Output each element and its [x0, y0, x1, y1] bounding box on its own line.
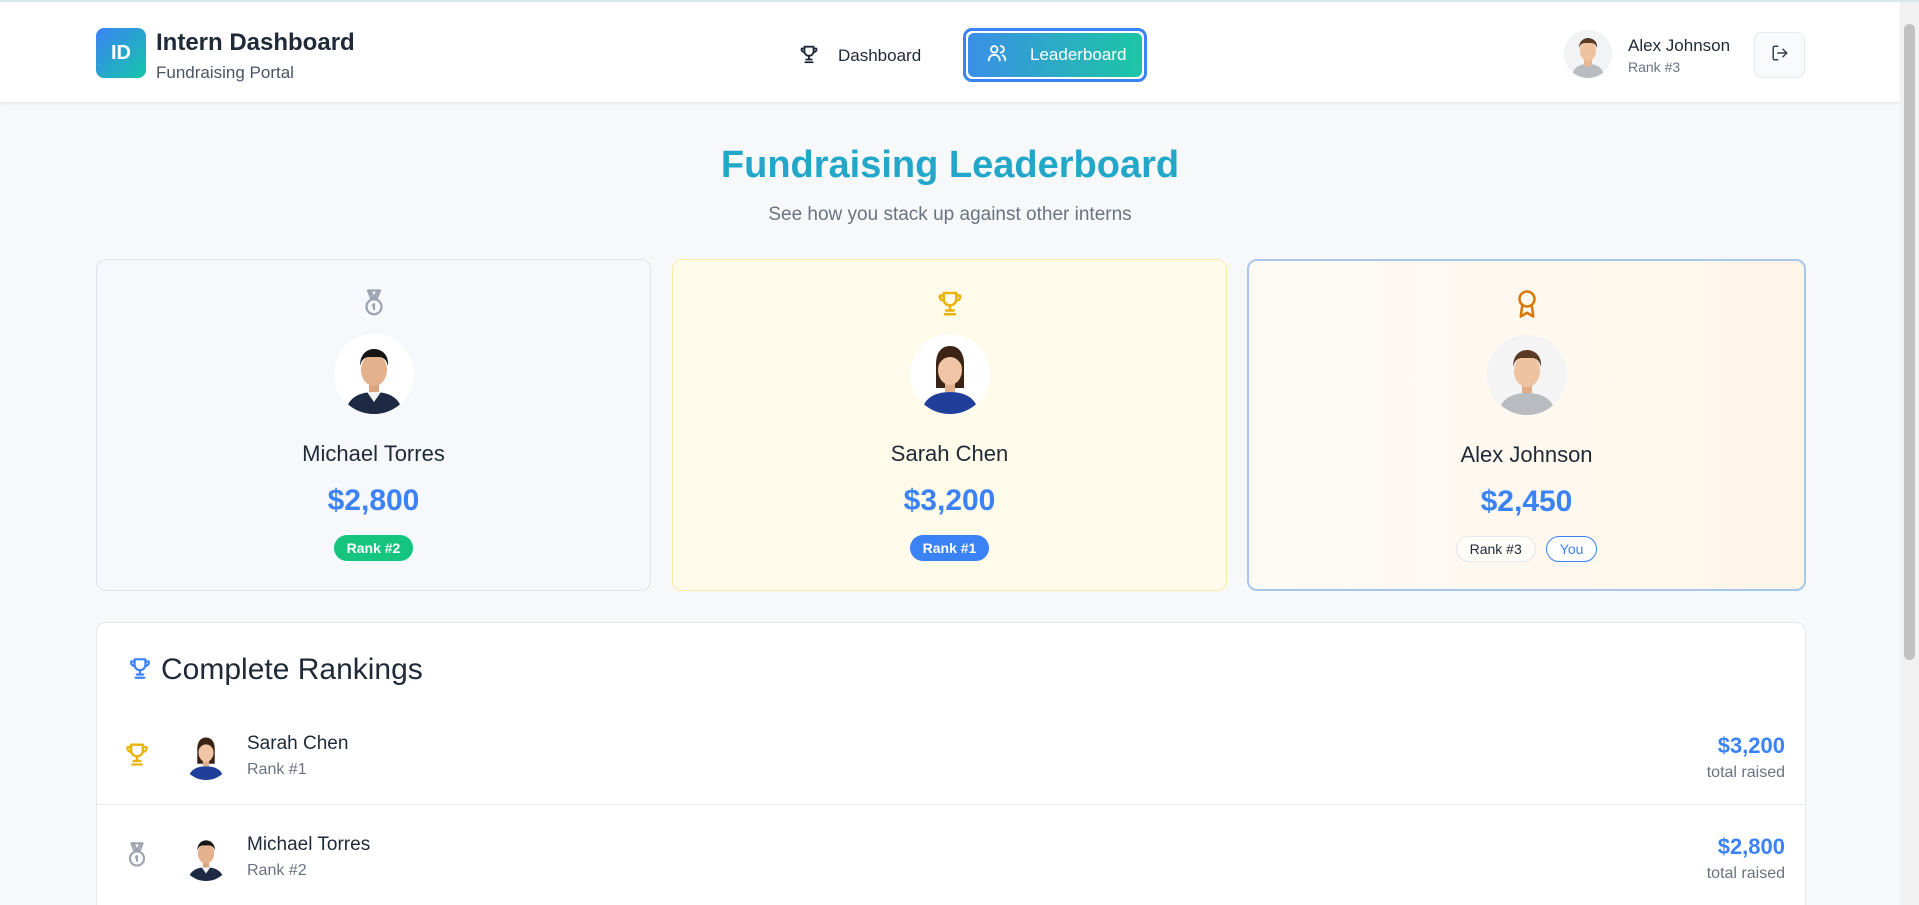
- nav-leaderboard-label: Leaderboard: [1030, 45, 1127, 64]
- page-title: Fundraising Leaderboard: [720, 144, 1180, 186]
- table-row[interactable]: Michael Torres Rank #2 $2,800 total rais…: [97, 806, 1805, 905]
- nav-dashboard-label: Dashboard: [838, 46, 922, 65]
- logout-button[interactable]: [1754, 32, 1805, 78]
- avatar: [333, 334, 414, 414]
- users-icon: [986, 42, 1008, 69]
- podium-card-rank-3[interactable]: Alex Johnson $2,450 Rank #3 You: [1247, 259, 1806, 591]
- row-amount: $3,200: [1717, 733, 1785, 758]
- podium-name: Sarah Chen: [890, 441, 1009, 466]
- top-header: ID Intern Dashboard Fundraising Portal D…: [0, 2, 1900, 103]
- table-row[interactable]: Sarah Chen Rank #1 $3,200 total raised: [97, 705, 1805, 805]
- rank-badge: Rank #2: [333, 535, 414, 561]
- user-rank: Rank #3: [1628, 59, 1681, 75]
- trophy-icon: [935, 288, 965, 318]
- trophy-icon: [127, 655, 153, 686]
- nav-leaderboard[interactable]: Leaderboard: [963, 28, 1147, 82]
- row-amount: $2,800: [1717, 834, 1785, 859]
- row-name: Michael Torres: [247, 834, 371, 855]
- row-name: Sarah Chen: [247, 733, 349, 754]
- medal-icon: [359, 288, 389, 318]
- scrollbar-thumb[interactable]: [1904, 24, 1915, 660]
- vertical-scrollbar[interactable]: [1900, 2, 1919, 905]
- podium-amount: $3,200: [903, 484, 996, 517]
- complete-rankings-panel: Complete Rankings Sarah Chen Rank #1 $3,…: [96, 622, 1806, 905]
- podium-name: Michael Torres: [302, 441, 445, 466]
- podium-card-rank-2[interactable]: Michael Torres $2,800 Rank #2: [96, 259, 651, 591]
- app-subtitle: Fundraising Portal: [156, 63, 294, 82]
- trophy-icon: [123, 740, 151, 768]
- row-amount-caption: total raised: [1706, 764, 1785, 781]
- podium-name: Alex Johnson: [1460, 442, 1593, 467]
- avatar: [181, 730, 231, 780]
- logo: ID: [96, 28, 146, 78]
- page-subtitle: See how you stack up against other inter…: [768, 204, 1132, 225]
- row-rank: Rank #1: [247, 761, 307, 778]
- row-rank: Rank #2: [247, 862, 307, 879]
- trophy-icon: [798, 43, 820, 70]
- rank-badge: Rank #1: [909, 535, 990, 561]
- avatar: [181, 831, 231, 881]
- rank-badge: Rank #3: [1455, 536, 1536, 562]
- medal-icon: [123, 841, 151, 869]
- row-amount-caption: total raised: [1706, 865, 1785, 882]
- avatar: [1486, 335, 1567, 415]
- logout-icon: [1771, 44, 1789, 67]
- avatar: [909, 334, 990, 414]
- you-badge: You: [1545, 536, 1598, 562]
- nav-dashboard[interactable]: Dashboard: [778, 32, 940, 80]
- podium-card-rank-1[interactable]: Sarah Chen $3,200 Rank #1: [672, 259, 1227, 591]
- user-name: Alex Johnson: [1628, 36, 1731, 55]
- app-title: Intern Dashboard: [156, 29, 355, 56]
- podium-amount: $2,800: [327, 484, 420, 517]
- award-icon: [1512, 289, 1542, 319]
- user-avatar[interactable]: [1564, 30, 1612, 78]
- rankings-title: Complete Rankings: [161, 653, 423, 686]
- podium-amount: $2,450: [1480, 485, 1573, 518]
